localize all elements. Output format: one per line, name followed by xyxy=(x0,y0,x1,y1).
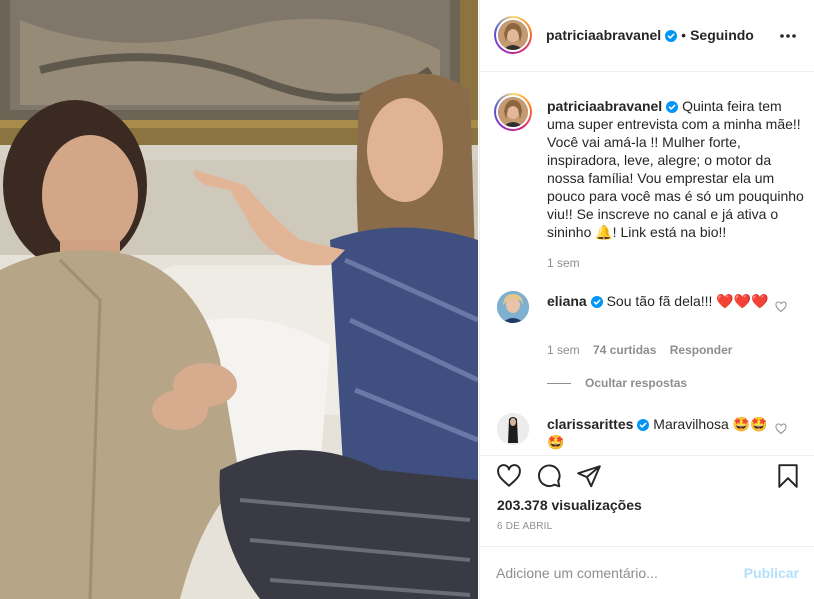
comment-likes[interactable]: 74 curtidas xyxy=(593,343,656,357)
heart-icon[interactable] xyxy=(496,463,522,489)
comment-meta: 1 sem 74 curtidas Responder xyxy=(547,343,732,357)
comment-eliana: eliana Sou tão fã dela!!! ❤️❤️❤️ xyxy=(547,292,777,310)
comments-list[interactable]: patriciaabravanel Quinta feira tem uma s… xyxy=(480,73,814,456)
hide-replies-label: Ocultar respostas xyxy=(585,376,688,390)
hide-replies-button[interactable]: Ocultar respostas xyxy=(547,376,687,390)
caption-text: Quinta feira tem uma super entrevista co… xyxy=(547,98,804,240)
post-date[interactable]: 6 DE ABRIL xyxy=(497,521,552,532)
views-count[interactable]: 203.378 visualizações xyxy=(497,497,642,513)
add-comment-bar: Publicar xyxy=(480,546,814,599)
post-header-info: patriciaabravanel • Seguindo xyxy=(546,27,754,43)
post-video[interactable] xyxy=(0,0,478,599)
comment-username[interactable]: clarissarittes xyxy=(547,416,633,432)
video-frame-illustration xyxy=(0,0,478,599)
comment-like-heart-icon[interactable] xyxy=(775,423,787,435)
post-actions xyxy=(480,457,814,497)
hide-replies-line xyxy=(547,383,571,385)
caption-username[interactable]: patriciaabravanel xyxy=(547,98,662,114)
verified-badge-icon xyxy=(637,419,650,431)
separator-dot: • xyxy=(681,27,687,43)
comment-like-heart-icon[interactable] xyxy=(775,301,787,313)
author-avatar[interactable] xyxy=(494,16,532,54)
paper-plane-icon[interactable] xyxy=(576,463,602,489)
following-button[interactable]: Seguindo xyxy=(690,27,754,43)
comment-time[interactable]: 1 sem xyxy=(547,343,580,357)
comment-avatar-eliana[interactable] xyxy=(497,291,529,323)
comment-input[interactable] xyxy=(496,561,736,585)
verified-badge-icon xyxy=(590,296,603,308)
comment-icon[interactable] xyxy=(536,463,562,489)
comment-clarissarittes: clarissarittes Maravilhosa 🤩🤩🤩 xyxy=(547,415,777,451)
post-caption: patriciaabravanel Quinta feira tem uma s… xyxy=(547,97,805,241)
comment-username[interactable]: eliana xyxy=(547,293,587,309)
comment-avatar-clarissarittes[interactable] xyxy=(497,413,529,445)
reply-button[interactable]: Responder xyxy=(670,343,733,357)
post-header: patriciaabravanel • Seguindo xyxy=(480,0,814,72)
post-side-panel: patriciaabravanel • Seguindo patriciaabrav… xyxy=(479,0,814,599)
comment-text: Sou tão fã dela!!! ❤️❤️❤️ xyxy=(606,293,769,309)
publish-button[interactable]: Publicar xyxy=(744,565,799,581)
caption-avatar[interactable] xyxy=(494,93,532,131)
verified-badge-icon xyxy=(666,101,679,113)
more-dots-icon[interactable] xyxy=(779,28,797,44)
bookmark-icon[interactable] xyxy=(775,463,801,489)
verified-badge-icon xyxy=(665,30,678,42)
author-username[interactable]: patriciaabravanel xyxy=(546,27,661,43)
caption-time[interactable]: 1 sem xyxy=(547,256,580,270)
